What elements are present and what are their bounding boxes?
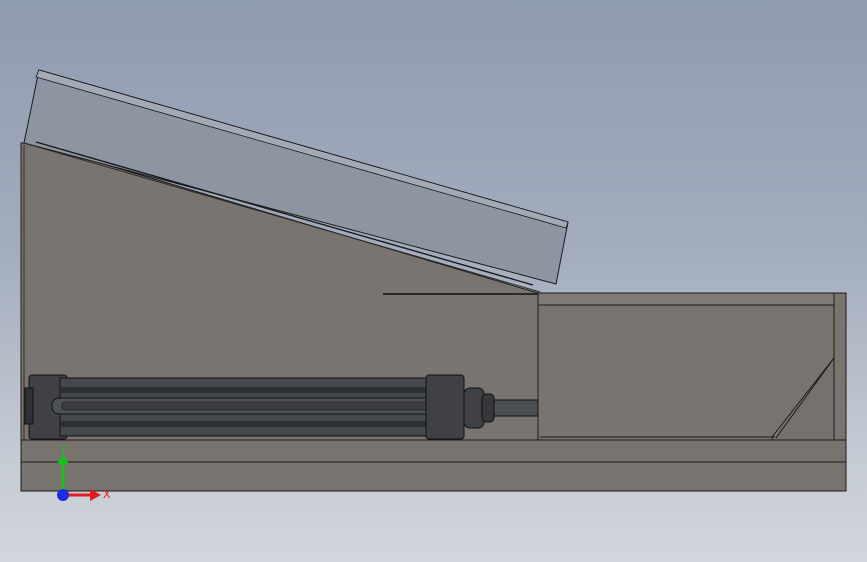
piston-rod — [493, 399, 539, 417]
z-axis-dot — [57, 489, 69, 501]
cylinder-groove-bottom — [60, 421, 432, 427]
cylinder-groove-top — [60, 387, 432, 393]
y-axis-label: Y — [59, 444, 67, 457]
cylinder-nose-nut — [481, 393, 495, 423]
right-box-top-lip — [537, 292, 835, 306]
cad-viewport[interactable]: Y X — [0, 0, 867, 562]
pneumatic-cylinder[interactable] — [24, 374, 539, 440]
cylinder-end-cap-right — [425, 374, 465, 440]
cad-model[interactable] — [20, 69, 847, 492]
base-plate-lower — [20, 461, 847, 492]
cylinder-rear-mount — [24, 387, 34, 425]
base-plate-upper — [20, 439, 847, 463]
right-end-plate — [833, 292, 847, 462]
cylinder-nose — [463, 387, 485, 429]
x-axis-label: X — [103, 488, 111, 501]
cylinder-slot-inner — [61, 401, 435, 411]
